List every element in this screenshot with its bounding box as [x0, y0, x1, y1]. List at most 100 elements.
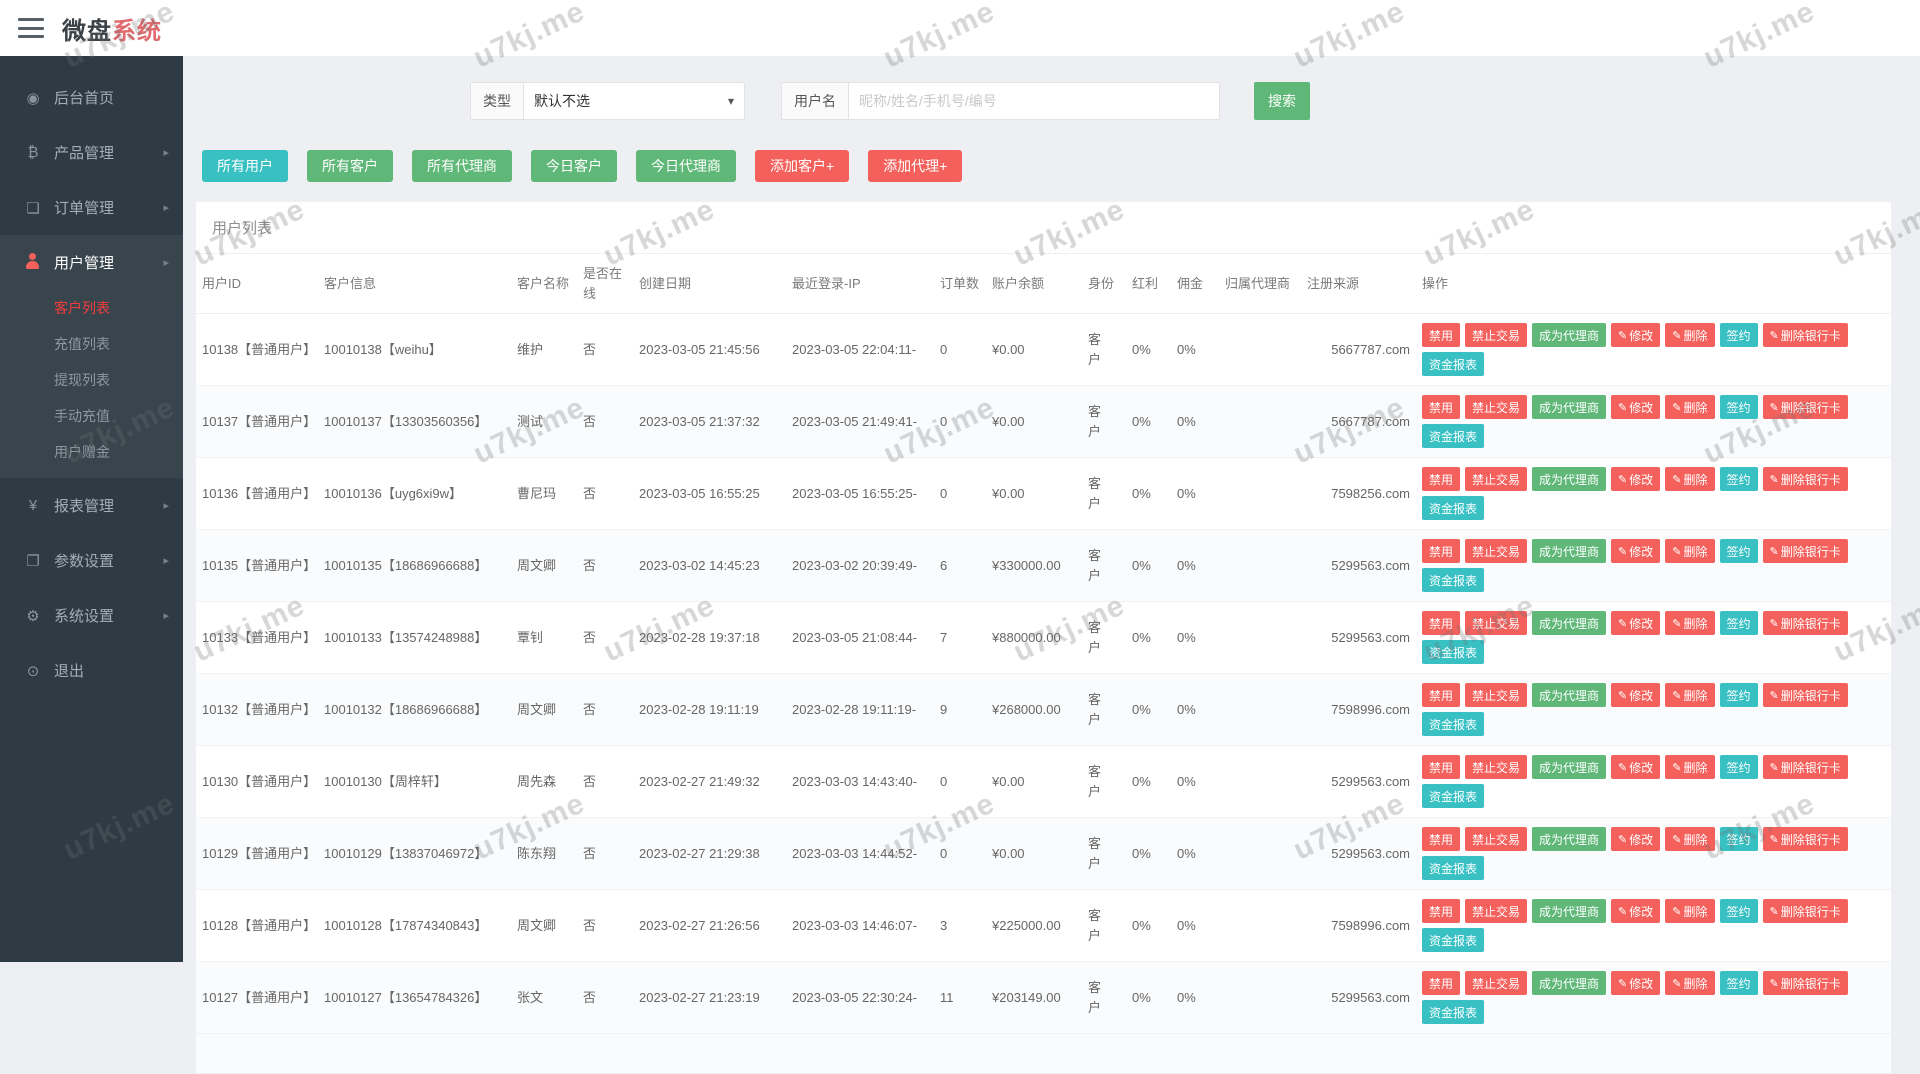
action-button-0[interactable]: 禁用	[1422, 611, 1461, 635]
action-button-5[interactable]: 签约	[1719, 539, 1758, 563]
action-button-2[interactable]: 成为代理商	[1532, 827, 1607, 851]
action-button-5[interactable]: 签约	[1719, 323, 1758, 347]
action-button-1[interactable]: 禁止交易	[1465, 755, 1528, 779]
action-button-6[interactable]: ✎ 删除银行卡	[1762, 611, 1848, 635]
action-button-3[interactable]: ✎ 修改	[1611, 467, 1661, 491]
action-button-3[interactable]: ✎ 修改	[1611, 683, 1661, 707]
action-button-1[interactable]: 禁止交易	[1465, 539, 1528, 563]
action-button-5[interactable]: 签约	[1719, 395, 1758, 419]
action-button-5[interactable]: 签约	[1719, 467, 1758, 491]
sidebar-subitem-4[interactable]: 用户赠金	[0, 434, 183, 470]
action-button-0[interactable]: 禁用	[1422, 539, 1461, 563]
action-button-6[interactable]: ✎ 删除银行卡	[1762, 971, 1848, 995]
action-button-0[interactable]: 禁用	[1422, 395, 1461, 419]
action-button-0[interactable]: 禁用	[1422, 323, 1461, 347]
action-button-1[interactable]: 禁止交易	[1465, 683, 1528, 707]
action-button-3[interactable]: ✎ 修改	[1611, 611, 1661, 635]
action-button-4[interactable]: ✎ 删除	[1665, 755, 1715, 779]
action-button-2[interactable]: 成为代理商	[1532, 323, 1607, 347]
action-button-5[interactable]: 签约	[1719, 755, 1758, 779]
sidebar-item-3[interactable]: 用户管理 ▸	[0, 235, 183, 290]
action-button-2[interactable]: 成为代理商	[1532, 467, 1607, 491]
sidebar-item-0[interactable]: ◉ 后台首页	[0, 70, 183, 125]
action-button-7[interactable]: 资金报表	[1422, 856, 1485, 880]
action-button-1[interactable]: 禁止交易	[1465, 827, 1528, 851]
action-button-2[interactable]: 成为代理商	[1532, 971, 1607, 995]
action-button-0[interactable]: 禁用	[1422, 683, 1461, 707]
action-button-4[interactable]: ✎ 删除	[1665, 827, 1715, 851]
sidebar-item-2[interactable]: ❏ 订单管理 ▸	[0, 180, 183, 235]
action-button-4[interactable]: ✎ 删除	[1665, 683, 1715, 707]
quick-button-3[interactable]: 今日客户	[531, 150, 617, 182]
action-button-3[interactable]: ✎ 修改	[1611, 323, 1661, 347]
action-button-6[interactable]: ✎ 删除银行卡	[1762, 827, 1848, 851]
quick-button-5[interactable]: 添加客户+	[755, 150, 850, 182]
quick-button-4[interactable]: 今日代理商	[636, 150, 736, 182]
action-button-1[interactable]: 禁止交易	[1465, 971, 1528, 995]
action-button-6[interactable]: ✎ 删除银行卡	[1762, 899, 1848, 923]
action-button-3[interactable]: ✎ 修改	[1611, 755, 1661, 779]
action-button-1[interactable]: 禁止交易	[1465, 395, 1528, 419]
action-button-7[interactable]: 资金报表	[1422, 496, 1485, 520]
action-button-0[interactable]: 禁用	[1422, 755, 1461, 779]
sidebar-subitem-3[interactable]: 手动充值	[0, 398, 183, 434]
action-button-2[interactable]: 成为代理商	[1532, 539, 1607, 563]
action-button-6[interactable]: ✎ 删除银行卡	[1762, 683, 1848, 707]
sidebar-item-7[interactable]: ⊙ 退出	[0, 643, 183, 698]
action-button-0[interactable]: 禁用	[1422, 827, 1461, 851]
action-button-4[interactable]: ✎ 删除	[1665, 323, 1715, 347]
username-input[interactable]	[848, 82, 1220, 120]
action-button-7[interactable]: 资金报表	[1422, 424, 1485, 448]
action-button-2[interactable]: 成为代理商	[1532, 755, 1607, 779]
action-button-1[interactable]: 禁止交易	[1465, 611, 1528, 635]
action-button-5[interactable]: 签约	[1719, 611, 1758, 635]
action-button-6[interactable]: ✎ 删除银行卡	[1762, 323, 1848, 347]
sidebar-subitem-1[interactable]: 充值列表	[0, 326, 183, 362]
quick-button-0[interactable]: 所有用户	[202, 150, 288, 182]
action-button-7[interactable]: 资金报表	[1422, 640, 1485, 664]
action-button-5[interactable]: 签约	[1719, 683, 1758, 707]
action-button-6[interactable]: ✎ 删除银行卡	[1762, 755, 1848, 779]
action-button-0[interactable]: 禁用	[1422, 971, 1461, 995]
action-button-6[interactable]: ✎ 删除银行卡	[1762, 539, 1848, 563]
sidebar-item-6[interactable]: ⚙ 系统设置 ▸	[0, 588, 183, 643]
action-button-3[interactable]: ✎ 修改	[1611, 539, 1661, 563]
action-button-2[interactable]: 成为代理商	[1532, 683, 1607, 707]
action-button-5[interactable]: 签约	[1719, 827, 1758, 851]
action-button-7[interactable]: 资金报表	[1422, 568, 1485, 592]
action-button-1[interactable]: 禁止交易	[1465, 899, 1528, 923]
sidebar-item-5[interactable]: ❐ 参数设置 ▸	[0, 533, 183, 588]
action-button-4[interactable]: ✎ 删除	[1665, 971, 1715, 995]
hamburger-menu-icon[interactable]	[18, 18, 44, 38]
sidebar-item-1[interactable]: ₿ 产品管理 ▸	[0, 125, 183, 180]
search-button[interactable]: 搜索	[1254, 82, 1310, 120]
sidebar-subitem-0[interactable]: 客户列表	[0, 290, 183, 326]
action-button-4[interactable]: ✎ 删除	[1665, 395, 1715, 419]
action-button-6[interactable]: ✎ 删除银行卡	[1762, 467, 1848, 491]
action-button-2[interactable]: 成为代理商	[1532, 395, 1607, 419]
action-button-0[interactable]: 禁用	[1422, 467, 1461, 491]
action-button-3[interactable]: ✎ 修改	[1611, 827, 1661, 851]
quick-button-2[interactable]: 所有代理商	[412, 150, 512, 182]
action-button-4[interactable]: ✎ 删除	[1665, 611, 1715, 635]
action-button-1[interactable]: 禁止交易	[1465, 323, 1528, 347]
sidebar-item-4[interactable]: ¥ 报表管理 ▸	[0, 478, 183, 533]
action-button-4[interactable]: ✎ 删除	[1665, 467, 1715, 491]
action-button-5[interactable]: 签约	[1719, 899, 1758, 923]
action-button-7[interactable]: 资金报表	[1422, 1000, 1485, 1024]
action-button-4[interactable]: ✎ 删除	[1665, 899, 1715, 923]
action-button-1[interactable]: 禁止交易	[1465, 467, 1528, 491]
quick-button-1[interactable]: 所有客户	[307, 150, 393, 182]
sidebar-subitem-2[interactable]: 提现列表	[0, 362, 183, 398]
action-button-7[interactable]: 资金报表	[1422, 928, 1485, 952]
action-button-2[interactable]: 成为代理商	[1532, 611, 1607, 635]
action-button-7[interactable]: 资金报表	[1422, 352, 1485, 376]
quick-button-6[interactable]: 添加代理+	[868, 150, 963, 182]
action-button-3[interactable]: ✎ 修改	[1611, 395, 1661, 419]
action-button-7[interactable]: 资金报表	[1422, 712, 1485, 736]
action-button-6[interactable]: ✎ 删除银行卡	[1762, 395, 1848, 419]
action-button-4[interactable]: ✎ 删除	[1665, 539, 1715, 563]
action-button-7[interactable]: 资金报表	[1422, 784, 1485, 808]
type-select[interactable]: 默认不选 ▾	[523, 82, 745, 120]
action-button-3[interactable]: ✎ 修改	[1611, 899, 1661, 923]
